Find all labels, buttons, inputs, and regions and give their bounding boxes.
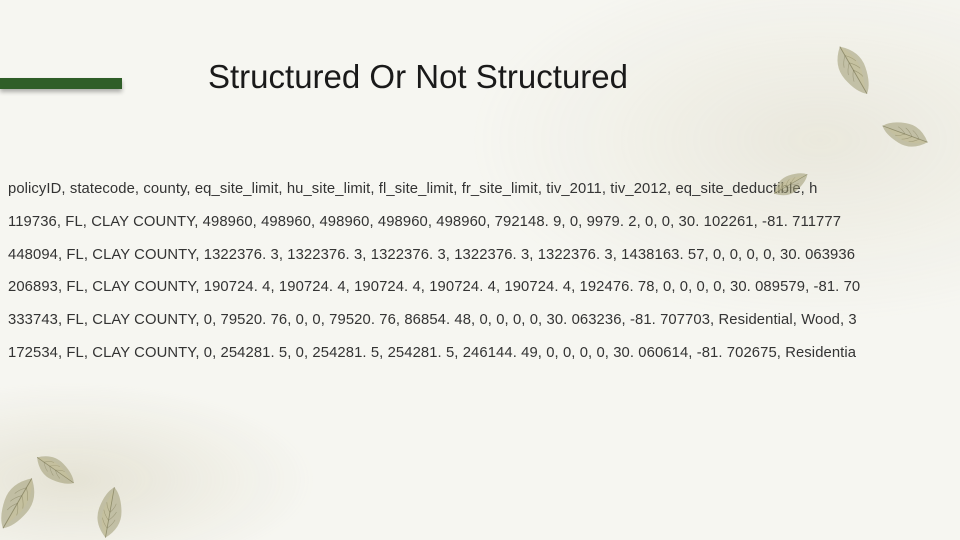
- csv-data-row: 448094, FL, CLAY COUNTY, 1322376. 3, 132…: [0, 239, 960, 272]
- csv-data-row: 333743, FL, CLAY COUNTY, 0, 79520. 76, 0…: [0, 304, 960, 337]
- csv-block: policyID, statecode, county, eq_site_lim…: [0, 173, 960, 370]
- csv-header-row: policyID, statecode, county, eq_site_lim…: [0, 173, 960, 206]
- csv-data-row: 172534, FL, CLAY COUNTY, 0, 254281. 5, 0…: [0, 337, 960, 370]
- leaf-icon: [821, 37, 884, 108]
- csv-data-row: 119736, FL, CLAY COUNTY, 498960, 498960,…: [0, 206, 960, 239]
- csv-data-row: 206893, FL, CLAY COUNTY, 190724. 4, 1907…: [0, 271, 960, 304]
- leaf-icon: [26, 445, 84, 499]
- accent-bar: [0, 78, 122, 89]
- leaf-icon: [875, 107, 936, 157]
- leaf-icon: [0, 466, 48, 540]
- page-title: Structured Or Not Structured: [208, 58, 628, 96]
- leaf-icon: [89, 481, 134, 540]
